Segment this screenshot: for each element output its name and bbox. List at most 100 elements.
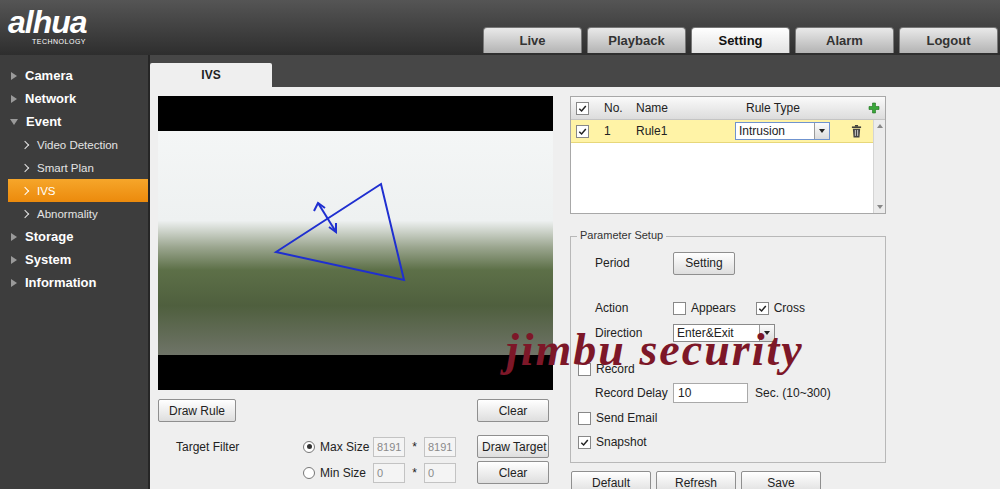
column-header: Rule Type — [735, 101, 863, 115]
column-header: No. — [603, 101, 635, 115]
video-buttons: Draw Rule Clear — [158, 399, 553, 422]
video-view[interactable] — [158, 96, 553, 390]
sidebar-item[interactable]: IVS — [8, 179, 148, 202]
record-checkbox[interactable] — [578, 363, 591, 376]
scroll-down-icon[interactable] — [877, 205, 883, 209]
filter-button[interactable]: Draw Target — [477, 435, 549, 458]
parameter-setup: Parameter SetupPeriodSettingActionAppear… — [570, 236, 886, 463]
trash-icon[interactable] — [851, 125, 862, 138]
expand-arrow-icon — [11, 279, 17, 287]
direction-select[interactable]: Enter&Exit — [673, 324, 775, 342]
record-delay-input[interactable]: 10 — [673, 383, 748, 403]
table-header: No.NameRule Type — [571, 97, 885, 120]
footer-button[interactable]: Save — [741, 471, 821, 489]
add-icon[interactable] — [868, 102, 880, 114]
rule-name: Rule1 — [635, 124, 735, 138]
record-row: Record — [578, 358, 885, 380]
separator: * — [405, 466, 424, 480]
checkbox[interactable] — [673, 302, 686, 315]
nav-tab[interactable]: Live — [483, 27, 582, 53]
height-input[interactable]: 0 — [424, 463, 456, 483]
action-option[interactable]: Appears — [673, 301, 736, 315]
group-title: Parameter Setup — [577, 229, 666, 241]
target-filter: Target FilterMax Size8191*8191Draw Targe… — [158, 435, 553, 484]
table-body: 1Rule1Intrusion — [571, 120, 885, 213]
settings-column: No.NameRule Type1Rule1IntrusionParameter… — [570, 96, 886, 489]
select-all-checkbox[interactable] — [576, 102, 589, 115]
option-row: Snapshot — [578, 431, 885, 453]
option-row: Send Email — [578, 407, 885, 429]
header: alhuaTECHNOLOGY LivePlaybackSettingAlarmL… — [0, 0, 1000, 55]
width-input[interactable]: 0 — [373, 463, 405, 483]
footer-button[interactable]: Refresh — [656, 471, 736, 489]
scroll-up-icon[interactable] — [877, 124, 883, 128]
chevron-icon — [21, 163, 29, 171]
dropdown-arrow-icon — [759, 325, 774, 341]
checkbox[interactable] — [578, 412, 591, 425]
period-setting-button[interactable]: Setting — [673, 252, 735, 275]
sidebar-group[interactable]: Network — [0, 87, 148, 110]
sidebar: CameraNetworkEventVideo DetectionSmart P… — [0, 55, 150, 489]
table-row[interactable]: 1Rule1Intrusion — [571, 120, 873, 143]
chevron-icon — [21, 209, 29, 217]
direction-row: DirectionEnter&Exit — [595, 322, 885, 344]
nav-tabs: LivePlaybackSettingAlarmLogout — [483, 27, 1000, 53]
sidebar-group[interactable]: Event — [0, 110, 148, 133]
nav-tab[interactable]: Playback — [587, 27, 686, 53]
filter-button[interactable]: Clear — [477, 461, 549, 484]
sidebar-group[interactable]: Information — [0, 271, 148, 294]
size-radio[interactable]: Min Size — [303, 466, 373, 480]
checkbox[interactable] — [756, 302, 769, 315]
page-tab[interactable]: IVS — [150, 63, 272, 87]
checkbox[interactable] — [578, 436, 591, 449]
logo: alhuaTECHNOLOGY — [0, 0, 87, 46]
nav-tab[interactable]: Logout — [899, 27, 998, 53]
filter-row: Target FilterMax Size8191*8191Draw Targe… — [176, 435, 549, 458]
sidebar-group[interactable]: System — [0, 248, 148, 271]
video-frame — [158, 131, 553, 355]
record-delay-row: Record Delay10Sec. (10~300) — [595, 382, 885, 404]
rule-number: 1 — [603, 124, 635, 138]
rule-shape-icon — [158, 131, 553, 355]
sidebar-item[interactable]: Video Detection — [0, 133, 148, 156]
size-radio[interactable]: Max Size — [303, 440, 373, 454]
nav-tab[interactable]: Alarm — [795, 27, 894, 53]
footer-button[interactable]: Default — [571, 471, 651, 489]
filter-row: Min Size0*0Clear — [176, 461, 549, 484]
action-row: ActionAppearsCross — [595, 297, 885, 319]
expand-arrow-icon — [10, 119, 18, 125]
width-input[interactable]: 8191 — [373, 437, 405, 457]
nav-tab[interactable]: Setting — [691, 27, 790, 53]
body: CameraNetworkEventVideo DetectionSmart P… — [0, 55, 1000, 489]
scrollbar[interactable] — [873, 120, 885, 213]
clear-button[interactable]: Clear — [477, 399, 549, 422]
main: IVSDraw RuleClearTarget FilterMax Size81… — [150, 55, 1000, 489]
footer-buttons: Default Refresh Save — [570, 471, 886, 489]
sidebar-group[interactable]: Camera — [0, 64, 148, 87]
row-checkbox[interactable] — [576, 125, 589, 138]
dropdown-arrow-icon — [814, 123, 829, 139]
filter-label: Target Filter — [176, 440, 303, 454]
rules-table: No.NameRule Type1Rule1Intrusion — [570, 96, 886, 214]
height-input[interactable]: 8191 — [424, 437, 456, 457]
app: alhuaTECHNOLOGYLivePlaybackSettingAlarmL… — [0, 0, 1000, 489]
sidebar-item[interactable]: Abnormality — [0, 202, 148, 225]
chevron-icon — [21, 186, 29, 194]
video-column: Draw RuleClearTarget FilterMax Size8191*… — [158, 96, 553, 489]
draw-rule-button[interactable]: Draw Rule — [158, 399, 236, 422]
rule-type-select[interactable]: Intrusion — [735, 122, 830, 140]
expand-arrow-icon — [11, 95, 17, 103]
page-tabs: IVS — [150, 63, 1000, 87]
ivs-panel: Draw RuleClearTarget FilterMax Size8191*… — [150, 87, 1000, 489]
expand-arrow-icon — [11, 72, 17, 80]
expand-arrow-icon — [11, 256, 17, 264]
sidebar-group[interactable]: Storage — [0, 225, 148, 248]
chevron-icon — [21, 140, 29, 148]
period-row: PeriodSetting — [595, 251, 885, 275]
sidebar-item[interactable]: Smart Plan — [0, 156, 148, 179]
radio-icon — [303, 441, 315, 453]
separator: * — [405, 440, 424, 454]
action-option[interactable]: Cross — [756, 301, 805, 315]
expand-arrow-icon — [11, 233, 17, 241]
radio-icon — [303, 467, 315, 479]
